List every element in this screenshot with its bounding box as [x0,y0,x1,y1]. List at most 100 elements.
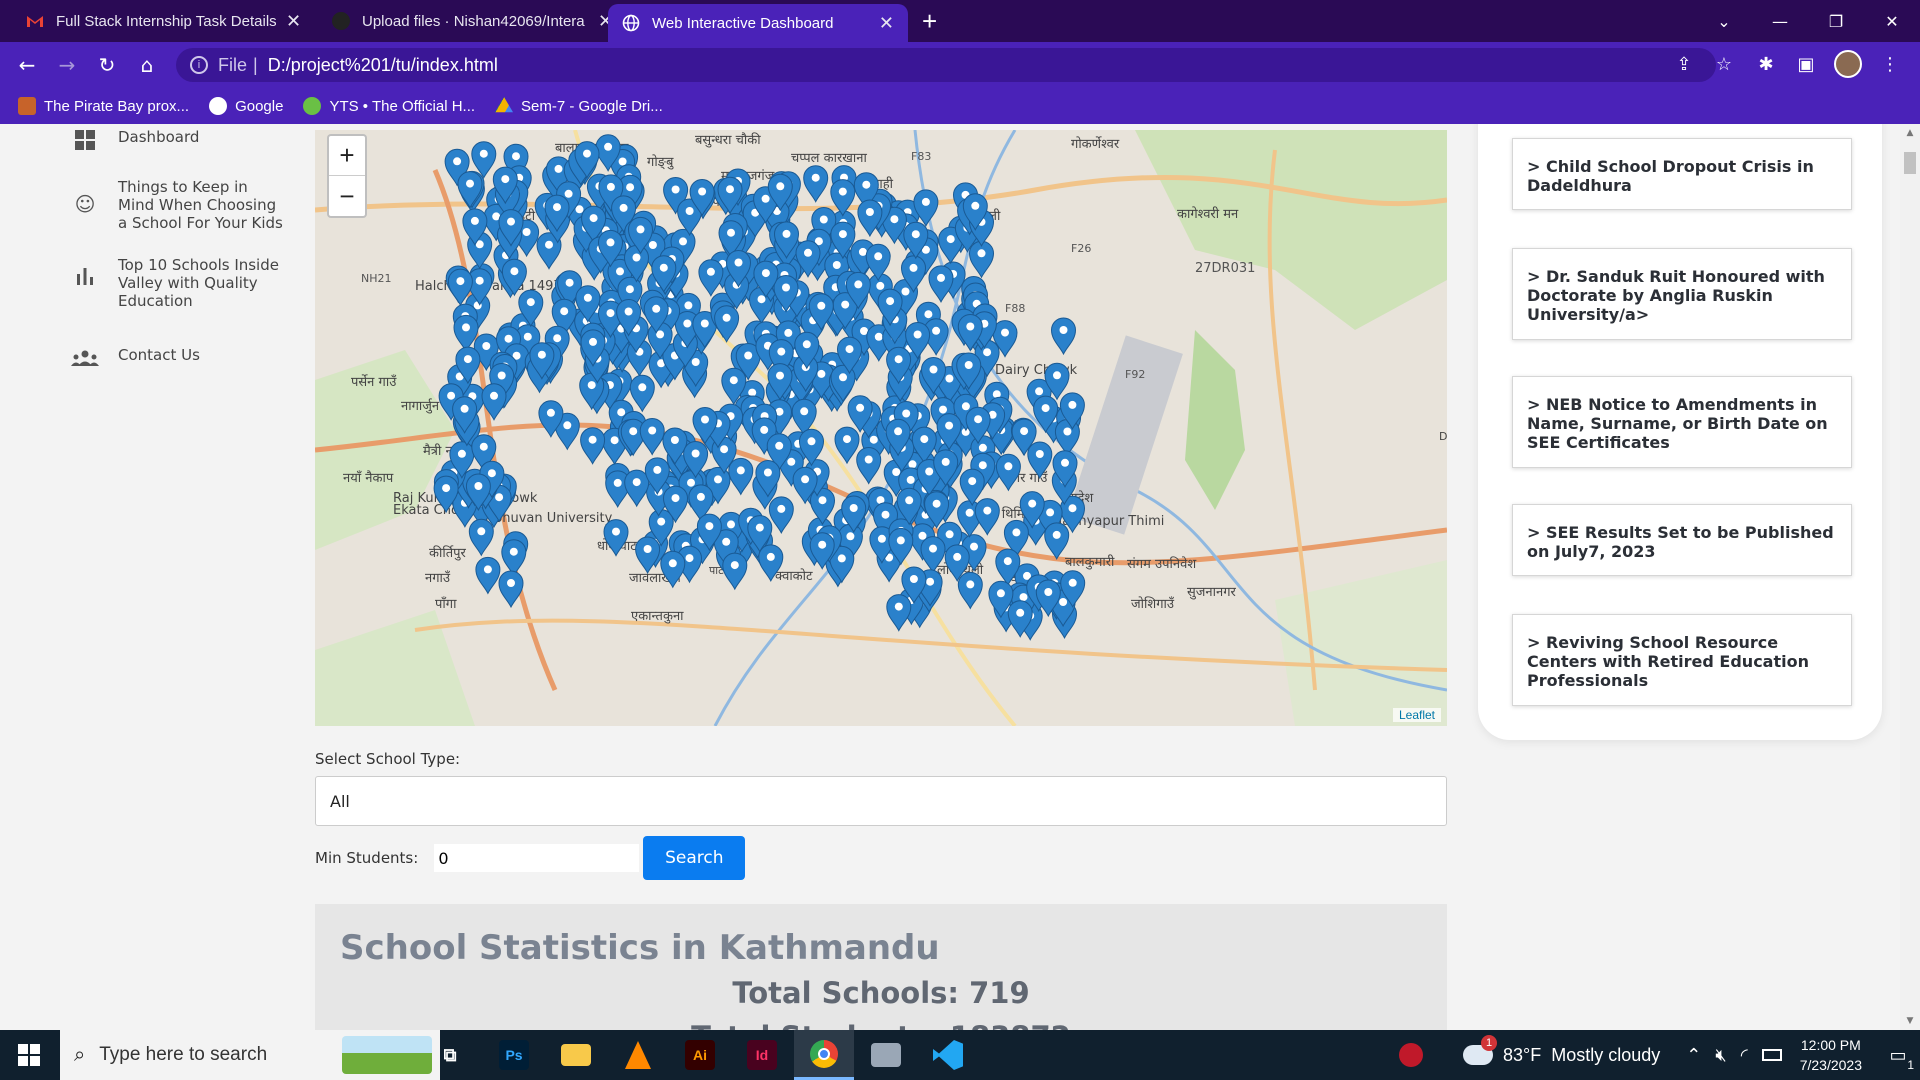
system-clock[interactable]: 12:00 PM 7/23/2023 [1800,1035,1862,1075]
weather-cloud-icon[interactable]: 1 [1463,1035,1498,1065]
wifi-icon[interactable]: ◜ [1741,1045,1748,1066]
reload-icon[interactable]: ↻ [94,52,120,78]
forward-icon[interactable]: → [54,52,80,78]
address-bar[interactable]: i File | D:/project%201/tu/index.html [176,48,1716,82]
close-tab-icon[interactable]: ✕ [879,13,894,34]
menu-kebab-icon[interactable]: ⋮ [1876,50,1904,78]
school-marker[interactable] [959,468,985,507]
school-type-select[interactable]: All [315,776,1447,826]
school-marker[interactable] [1027,441,1053,480]
nav-item-dashboard[interactable]: Dashboard [70,128,199,152]
school-marker[interactable] [865,243,891,282]
taskbar-search-box[interactable]: ⌕ Type here to search [60,1030,440,1080]
bookmark-google[interactable]: Google [209,97,283,115]
school-marker[interactable] [886,594,912,632]
restore-icon[interactable]: ❐ [1808,0,1864,42]
side-panel-icon[interactable]: ▣ [1792,50,1820,78]
tab-dashboard[interactable]: Web Interactive Dashboard ✕ [608,4,908,42]
back-icon[interactable]: ← [14,52,40,78]
bookmark-yts[interactable]: YTS • The Official H... [303,97,475,115]
news-item[interactable]: > NEB Notice to Amendments in Name, Surn… [1512,376,1852,468]
school-marker[interactable] [803,165,829,203]
taskbar-indesign[interactable]: Id [732,1030,792,1080]
school-marker[interactable] [758,544,784,583]
min-students-input[interactable]: 0 [434,844,640,872]
scroll-thumb[interactable] [1904,152,1916,174]
minimize-icon[interactable]: — [1752,0,1808,42]
profile-avatar[interactable] [1834,50,1862,78]
tab-github[interactable]: Upload files · Nishan42069/Intera ✕ [318,0,627,42]
close-window-icon[interactable]: ✕ [1864,0,1920,42]
task-view-button[interactable]: ⧉ [420,1030,480,1080]
taskbar-vscode[interactable] [918,1030,978,1080]
school-marker[interactable] [635,536,661,575]
weather-text[interactable]: 83°F Mostly cloudy [1503,1045,1660,1066]
home-icon[interactable]: ⌂ [134,52,160,78]
tray-overflow-icon[interactable]: ⌃ [1686,1045,1701,1066]
school-marker[interactable] [834,426,860,465]
school-marker[interactable] [995,453,1021,492]
school-marker[interactable] [809,487,836,526]
bookmark-piratebay[interactable]: The Pirate Bay prox... [18,97,189,115]
new-tab-button[interactable]: + [922,6,937,37]
scroll-down-icon[interactable]: ▼ [1900,1012,1920,1030]
school-marker[interactable] [928,265,954,304]
share-icon[interactable]: ⇪ [1670,50,1698,78]
taskbar-chrome[interactable] [794,1030,854,1080]
school-marker[interactable] [624,469,650,508]
school-marker[interactable] [856,447,882,485]
antivirus-icon[interactable] [1399,1043,1424,1067]
nav-item-top-10-schools[interactable]: Top 10 Schools Inside Valley with Qualit… [70,256,290,310]
taskbar-vlc[interactable] [608,1030,668,1080]
close-tab-icon[interactable]: ✕ [286,11,301,32]
school-marker[interactable] [660,550,686,589]
nav-item-things-to-keep-in-mind[interactable]: ☺ Things to Keep in Mind When Choosing a… [70,178,290,232]
school-marker[interactable] [830,179,856,217]
taskbar-illustrator[interactable]: Ai [670,1030,730,1080]
school-marker[interactable] [481,383,507,421]
tab-search-icon[interactable]: ⌄ [1696,0,1752,42]
school-marker[interactable] [728,457,754,496]
school-marker[interactable] [629,374,655,413]
school-marker[interactable] [698,259,724,297]
notification-center-icon[interactable]: ▭ 1 [1876,1030,1920,1080]
bookmark-star-icon[interactable]: ☆ [1710,50,1738,78]
school-marker[interactable] [468,518,494,557]
school-marker[interactable] [1044,522,1070,561]
taskbar-file-explorer[interactable] [546,1030,606,1080]
school-marker[interactable] [498,570,524,609]
bookmark-drive[interactable]: Sem-7 - Google Dri... [495,97,663,115]
scroll-up-icon[interactable]: ▲ [1900,124,1920,142]
search-button[interactable]: Search [643,836,746,880]
news-item[interactable]: > Child School Dropout Crisis in Dadeldh… [1512,138,1852,210]
zoom-in-button[interactable]: + [329,136,365,176]
news-item[interactable]: > Dr. Sanduk Ruit Honoured with Doctorat… [1512,248,1852,340]
school-marker[interactable] [603,519,629,557]
school-marker[interactable] [920,536,946,574]
nav-item-contact-us[interactable]: Contact Us [70,346,200,370]
page-scrollbar[interactable]: ▲ ▼ [1900,124,1920,1030]
taskbar-photos[interactable] [856,1030,916,1080]
speaker-muted-icon[interactable]: 🔇︎ [1715,1045,1726,1066]
zoom-out-button[interactable]: − [329,176,365,216]
school-marker[interactable] [1050,317,1077,356]
school-marker[interactable] [768,496,794,535]
school-marker[interactable] [580,427,606,465]
school-marker[interactable] [475,556,501,595]
school-marker[interactable] [501,539,527,577]
school-marker[interactable] [722,552,748,591]
school-marker[interactable] [714,305,740,343]
school-map[interactable]: बालाजु बाइपासबसुन्धरा चौकीगोङ्बुमहाराजगं… [315,130,1447,726]
tab-gmail[interactable]: Full Stack Internship Task Details ✕ [12,0,315,42]
extensions-icon[interactable]: ✱ [1752,50,1780,78]
site-info-icon[interactable]: i [190,56,208,74]
leaflet-attribution-link[interactable]: Leaflet [1392,708,1441,722]
taskbar-photoshop[interactable]: Ps [484,1030,544,1080]
school-marker[interactable] [957,571,983,610]
school-marker[interactable] [974,498,1000,536]
battery-icon[interactable] [1761,1049,1782,1061]
school-marker[interactable] [639,418,665,456]
news-item[interactable]: > SEE Results Set to be Published on Jul… [1512,504,1852,576]
school-marker[interactable] [1054,419,1080,457]
news-item[interactable]: > Reviving School Resource Centers with … [1512,614,1852,706]
